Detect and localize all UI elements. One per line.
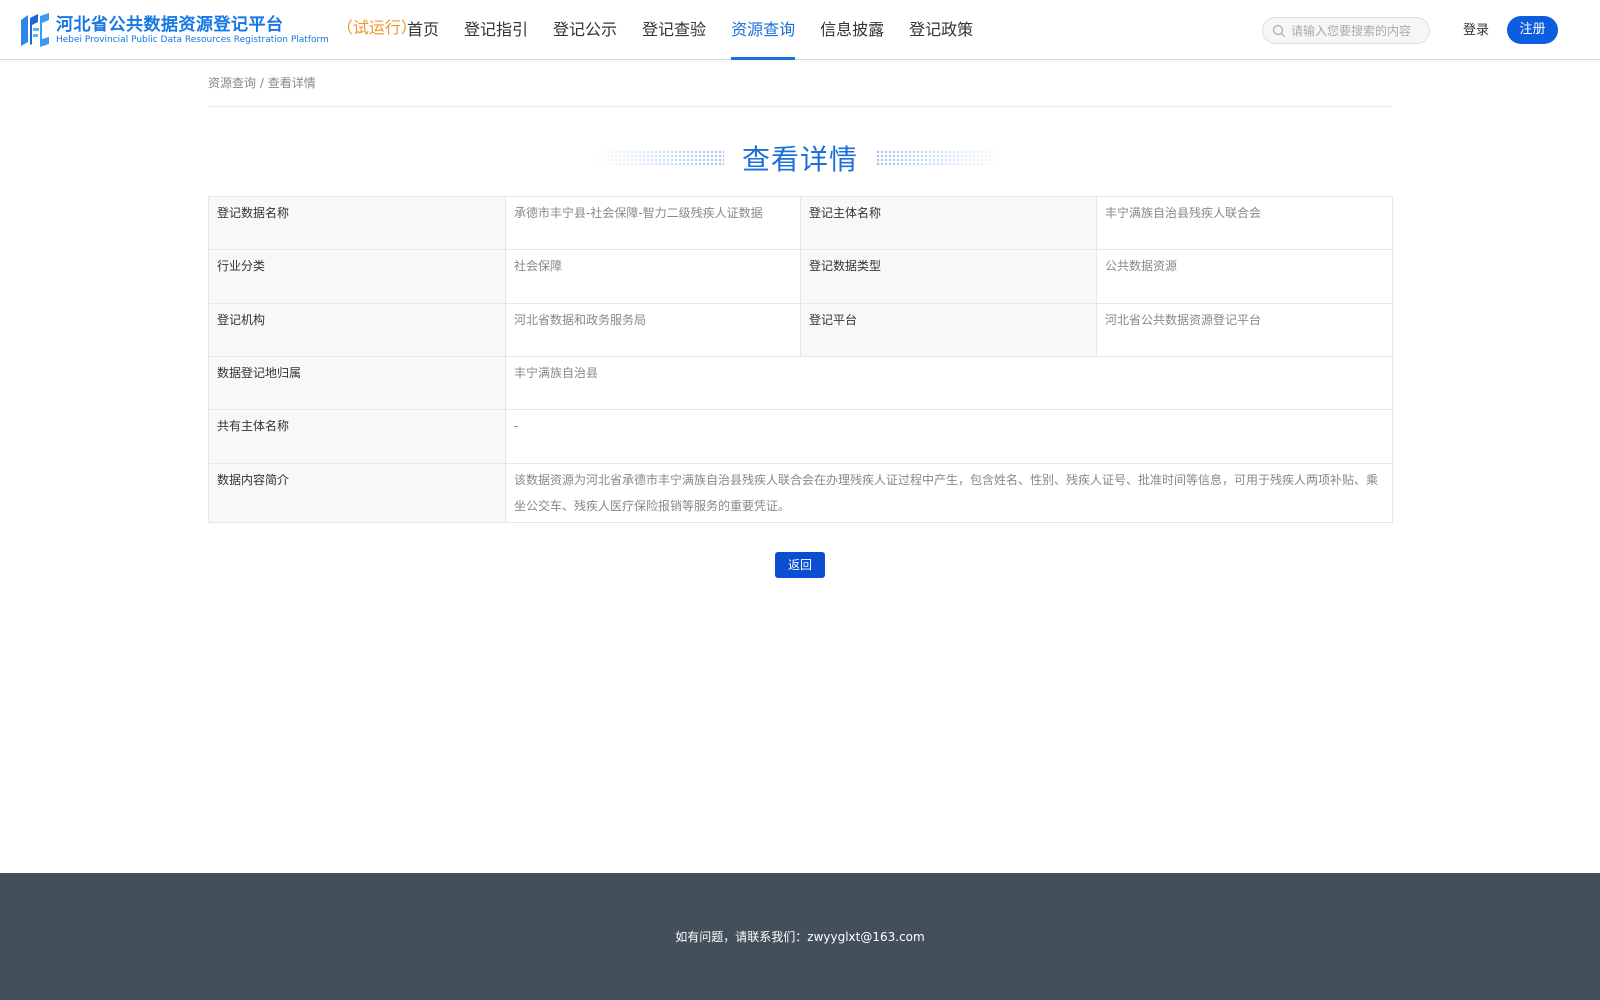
register-button[interactable]: 注册 (1507, 16, 1558, 44)
field-label-industry: 行业分类 (208, 249, 506, 304)
field-label-platform: 登记平台 (800, 303, 1097, 357)
nav-info-disclosure[interactable]: 信息披露 (820, 0, 884, 60)
field-label-co-owner: 共有主体名称 (208, 409, 506, 464)
table-row: 数据登记地归属 丰宁满族自治县 (208, 356, 1393, 410)
back-button[interactable]: 返回 (775, 552, 825, 578)
table-row: 行业分类 社会保障 登记数据类型 公共数据资源 (208, 249, 1393, 304)
field-label-summary: 数据内容简介 (208, 463, 506, 523)
nav-home[interactable]: 首页 (407, 0, 439, 60)
field-value-industry: 社会保障 (505, 249, 801, 304)
breadcrumb-current: 查看详情 (267, 76, 316, 90)
main-nav: 首页 登记指引 登记公示 登记查验 资源查询 信息披露 登记政策 (407, 0, 998, 60)
nav-registration-guide[interactable]: 登记指引 (464, 0, 528, 60)
search-input[interactable] (1291, 23, 1421, 38)
page-title-section: 查看详情 (0, 136, 1600, 180)
breadcrumb: 资源查询 / 查看详情 (208, 74, 316, 91)
breadcrumb-parent[interactable]: 资源查询 (208, 76, 256, 90)
logo-title-en: Hebei Provincial Public Data Resources R… (56, 34, 329, 45)
field-value-co-owner: - (505, 409, 1393, 464)
table-row: 登记机构 河北省数据和政务服务局 登记平台 河北省公共数据资源登记平台 (208, 303, 1393, 357)
field-label-registrant: 登记主体名称 (800, 196, 1097, 250)
table-row: 数据内容简介 该数据资源为河北省承德市丰宁满族自治县残疾人联合会在办理残疾人证过… (208, 463, 1393, 523)
nav-registration-notice[interactable]: 登记公示 (553, 0, 617, 60)
table-row: 登记数据名称 承德市丰宁县-社会保障-智力二级残疾人证数据 登记主体名称 丰宁满… (208, 196, 1393, 250)
field-value-institution: 河北省数据和政务服务局 (505, 303, 801, 357)
page-title: 查看详情 (741, 143, 858, 176)
breadcrumb-separator: / (256, 76, 268, 90)
top-header: 河北省公共数据资源登记平台 Hebei Provincial Public Da… (0, 0, 1600, 60)
platform-logo-icon (21, 13, 49, 47)
field-value-registrant: 丰宁满族自治县残疾人联合会 (1096, 196, 1393, 250)
field-label-data-name: 登记数据名称 (208, 196, 506, 250)
field-label-institution: 登记机构 (208, 303, 506, 357)
nav-registration-policy[interactable]: 登记政策 (909, 0, 973, 60)
table-row: 共有主体名称 - (208, 409, 1393, 464)
breadcrumb-divider (208, 106, 1392, 107)
search-box[interactable] (1262, 17, 1430, 44)
page-footer: 如有问题，请联系我们：zwyyglxt@163.com (0, 873, 1600, 1000)
nav-registration-verify[interactable]: 登记查验 (642, 0, 706, 60)
detail-table: 登记数据名称 承德市丰宁县-社会保障-智力二级残疾人证数据 登记主体名称 丰宁满… (208, 196, 1393, 523)
field-value-platform: 河北省公共数据资源登记平台 (1096, 303, 1393, 357)
title-decoration-left (593, 150, 724, 166)
nav-resource-query[interactable]: 资源查询 (731, 0, 796, 60)
field-label-attribution: 数据登记地归属 (208, 356, 506, 410)
footer-contact: 如有问题，请联系我们：zwyyglxt@163.com (675, 930, 925, 944)
site-logo[interactable]: 河北省公共数据资源登记平台 Hebei Provincial Public Da… (18, 11, 417, 49)
title-decoration-right (876, 150, 1006, 166)
login-link[interactable]: 登录 (1463, 19, 1489, 38)
logo-title-cn: 河北省公共数据资源登记平台 (56, 14, 284, 35)
field-value-data-name: 承德市丰宁县-社会保障-智力二级残疾人证数据 (505, 196, 801, 250)
field-value-attribution: 丰宁满族自治县 (505, 356, 1393, 410)
field-label-data-type: 登记数据类型 (800, 249, 1097, 304)
trial-badge: （试运行） (336, 18, 417, 37)
field-value-summary: 该数据资源为河北省承德市丰宁满族自治县残疾人联合会在办理残疾人证过程中产生，包含… (505, 463, 1393, 523)
search-icon (1272, 24, 1285, 37)
field-value-data-type: 公共数据资源 (1096, 249, 1393, 304)
